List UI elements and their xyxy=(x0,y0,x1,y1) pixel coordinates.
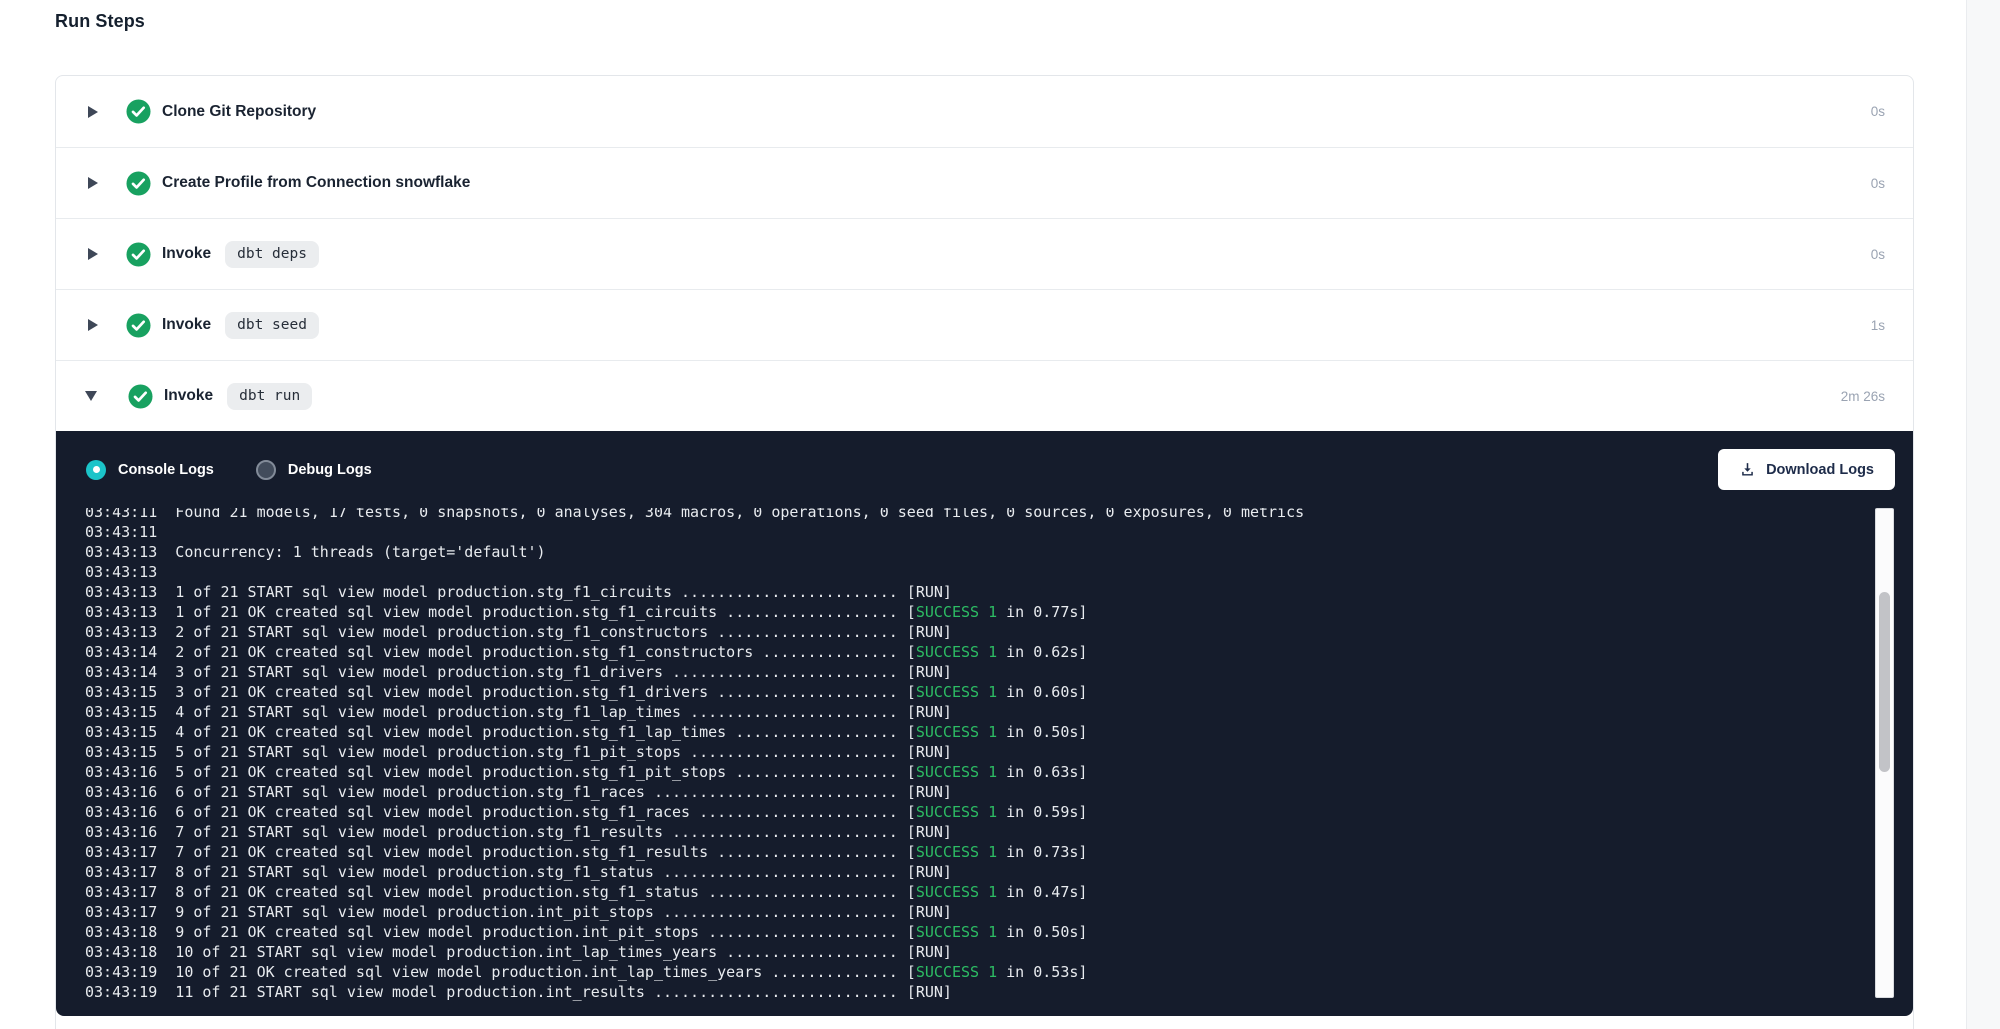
run-steps-list: Clone Git Repository 0s Create Profile f… xyxy=(56,76,1913,431)
success-check-icon xyxy=(126,313,151,338)
log-line: 03:43:13 1 of 21 OK created sql view mod… xyxy=(85,602,1871,622)
console-logs-label: Console Logs xyxy=(118,462,214,478)
console-log-output: 03:43:11 Found 21 models, 17 tests, 0 sn… xyxy=(56,508,1871,1009)
download-logs-button[interactable]: Download Logs xyxy=(1718,449,1895,490)
debug-logs-radio[interactable]: Debug Logs xyxy=(256,460,372,480)
expand-caret-icon[interactable] xyxy=(88,248,98,260)
log-line: 03:43:17 8 of 21 START sql view model pr… xyxy=(85,862,1871,882)
download-logs-label: Download Logs xyxy=(1766,462,1874,478)
step-duration: 0s xyxy=(1871,176,1885,191)
page-title: Run Steps xyxy=(55,11,145,32)
step-command-badge: dbt deps xyxy=(225,241,319,268)
log-line: 03:43:16 5 of 21 OK created sql view mod… xyxy=(85,762,1871,782)
log-line: 03:43:15 5 of 21 START sql view model pr… xyxy=(85,742,1871,762)
radio-unselected-icon[interactable] xyxy=(256,460,276,480)
log-line: 03:43:13 1 of 21 START sql view model pr… xyxy=(85,582,1871,602)
log-scrollbar[interactable] xyxy=(1875,508,1894,998)
step-duration: 2m 26s xyxy=(1841,389,1885,404)
success-check-icon xyxy=(126,242,151,267)
success-check-icon xyxy=(126,171,151,196)
step-title: Clone Git Repository xyxy=(162,103,316,121)
log-line: 03:43:19 10 of 21 OK created sql view mo… xyxy=(85,962,1871,982)
expand-caret-icon[interactable] xyxy=(88,177,98,189)
step-command-badge: dbt seed xyxy=(225,312,319,339)
success-check-icon xyxy=(126,99,151,124)
console-log-panel: Console Logs Debug Logs Download Logs 03… xyxy=(56,431,1913,1016)
log-line: 03:43:19 11 of 21 START sql view model p… xyxy=(85,982,1871,1002)
log-toolbar: Console Logs Debug Logs Download Logs xyxy=(56,431,1913,508)
log-line: 03:43:16 6 of 21 OK created sql view mod… xyxy=(85,802,1871,822)
step-duration: 1s xyxy=(1871,318,1885,333)
run-steps-card: Clone Git Repository 0s Create Profile f… xyxy=(55,75,1914,1029)
expand-caret-icon[interactable] xyxy=(88,319,98,331)
log-line: 03:43:11 xyxy=(85,522,1871,542)
log-line: 03:43:13 2 of 21 START sql view model pr… xyxy=(85,622,1871,642)
log-line: 03:43:16 7 of 21 START sql view model pr… xyxy=(85,822,1871,842)
log-scrollbar-thumb[interactable] xyxy=(1879,592,1890,772)
log-line: 03:43:15 3 of 21 OK created sql view mod… xyxy=(85,682,1871,702)
debug-logs-label: Debug Logs xyxy=(288,462,372,478)
run-step-row[interactable]: Invoke dbt run 2m 26s xyxy=(56,360,1913,431)
step-duration: 0s xyxy=(1871,247,1885,262)
step-title: Invoke xyxy=(164,387,213,405)
page-side-gutter xyxy=(1966,0,2000,1029)
success-check-icon xyxy=(128,384,153,409)
log-line: 03:43:17 9 of 21 START sql view model pr… xyxy=(85,902,1871,922)
step-title: Invoke xyxy=(162,245,211,263)
radio-selected-icon[interactable] xyxy=(86,460,106,480)
log-line: 03:43:13 xyxy=(85,562,1871,582)
log-line: 03:43:17 8 of 21 OK created sql view mod… xyxy=(85,882,1871,902)
log-line: 03:43:18 9 of 21 OK created sql view mod… xyxy=(85,922,1871,942)
log-line: 03:43:11 Found 21 models, 17 tests, 0 sn… xyxy=(85,508,1871,522)
log-line: 03:43:18 10 of 21 START sql view model p… xyxy=(85,942,1871,962)
log-line: 03:43:14 3 of 21 START sql view model pr… xyxy=(85,662,1871,682)
console-logs-radio[interactable]: Console Logs xyxy=(86,460,214,480)
download-icon xyxy=(1739,461,1756,478)
run-step-row[interactable]: Invoke dbt seed 1s xyxy=(56,289,1913,360)
log-line: 03:43:13 Concurrency: 1 threads (target=… xyxy=(85,542,1871,562)
run-step-row[interactable]: Invoke dbt deps 0s xyxy=(56,218,1913,289)
expand-caret-icon[interactable] xyxy=(88,106,98,118)
expand-caret-icon[interactable] xyxy=(85,391,97,401)
log-line: 03:43:15 4 of 21 START sql view model pr… xyxy=(85,702,1871,722)
step-title: Create Profile from Connection snowflake xyxy=(162,174,470,192)
log-line: 03:43:15 4 of 21 OK created sql view mod… xyxy=(85,722,1871,742)
log-line: 03:43:16 6 of 21 START sql view model pr… xyxy=(85,782,1871,802)
log-line: 03:43:17 7 of 21 OK created sql view mod… xyxy=(85,842,1871,862)
run-step-row[interactable]: Clone Git Repository 0s xyxy=(56,76,1913,147)
step-title: Invoke xyxy=(162,316,211,334)
step-duration: 0s xyxy=(1871,104,1885,119)
log-line: 03:43:14 2 of 21 OK created sql view mod… xyxy=(85,642,1871,662)
run-step-row[interactable]: Create Profile from Connection snowflake… xyxy=(56,147,1913,218)
step-command-badge: dbt run xyxy=(227,383,312,410)
